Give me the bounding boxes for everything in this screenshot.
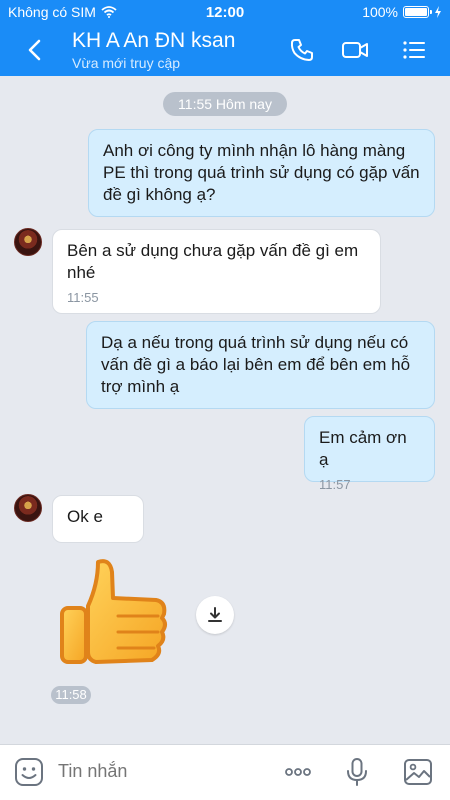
- message-time: 11:57: [319, 477, 351, 492]
- date-chip: 11:55 Hôm nay: [163, 92, 287, 116]
- download-button[interactable]: [196, 596, 234, 634]
- menu-icon[interactable]: [400, 36, 428, 64]
- message-text: Em cảm ơn ạ: [319, 428, 407, 469]
- contact-avatar[interactable]: [14, 228, 42, 256]
- status-bar: Không có SIM 12:00 100%: [0, 0, 450, 24]
- message-text: Anh ơi công ty mình nhận lô hàng màng PE…: [103, 141, 420, 204]
- status-right: 100%: [362, 4, 442, 20]
- battery-percent: 100%: [362, 4, 398, 20]
- contact-info[interactable]: KH A An ĐN ksan Vừa mới truy cập: [72, 28, 235, 72]
- message-text: Bên a sử dụng chưa gặp vấn đề gì em nhé: [67, 241, 359, 282]
- message-bubble-sent[interactable]: Dạ a nếu trong quá trình sử dụng nếu có …: [86, 321, 435, 409]
- message-text: Dạ a nếu trong quá trình sử dụng nếu có …: [101, 333, 411, 396]
- sticker-time: 11:58: [51, 686, 91, 704]
- chat-area[interactable]: 11:55 Hôm nay Anh ơi công ty mình nhận l…: [0, 76, 450, 744]
- contact-avatar[interactable]: [14, 494, 42, 522]
- message-input-bar: [0, 744, 450, 800]
- message-bubble-received[interactable]: Ok e: [52, 495, 144, 543]
- charging-icon: [435, 6, 441, 18]
- back-icon[interactable]: [22, 36, 50, 64]
- contact-name: KH A An ĐN ksan: [72, 29, 236, 52]
- message-bubble-sent[interactable]: Em cảm ơn ạ 11:57: [304, 416, 435, 492]
- message-text: Ok e: [67, 507, 103, 526]
- battery-icon: [403, 6, 432, 18]
- mic-icon[interactable]: [342, 757, 372, 787]
- battery-fill: [405, 8, 427, 16]
- contact-status: Vừa mới truy cập: [72, 55, 181, 71]
- thumbs-up-sticker[interactable]: [58, 554, 168, 674]
- chat-header: KH A An ĐN ksan Vừa mới truy cập: [0, 24, 450, 76]
- video-call-icon[interactable]: [341, 36, 369, 64]
- message-bubble-sent[interactable]: Anh ơi công ty mình nhận lô hàng màng PE…: [88, 129, 435, 217]
- message-bubble-received[interactable]: Bên a sử dụng chưa gặp vấn đề gì em nhé …: [52, 229, 381, 314]
- download-icon: [208, 607, 222, 622]
- phone-icon[interactable]: [288, 36, 316, 64]
- photo-icon[interactable]: [403, 757, 433, 787]
- more-icon[interactable]: [283, 757, 313, 787]
- sticker-icon[interactable]: [14, 757, 44, 787]
- message-time: 11:55: [67, 290, 99, 305]
- message-input[interactable]: [58, 761, 258, 782]
